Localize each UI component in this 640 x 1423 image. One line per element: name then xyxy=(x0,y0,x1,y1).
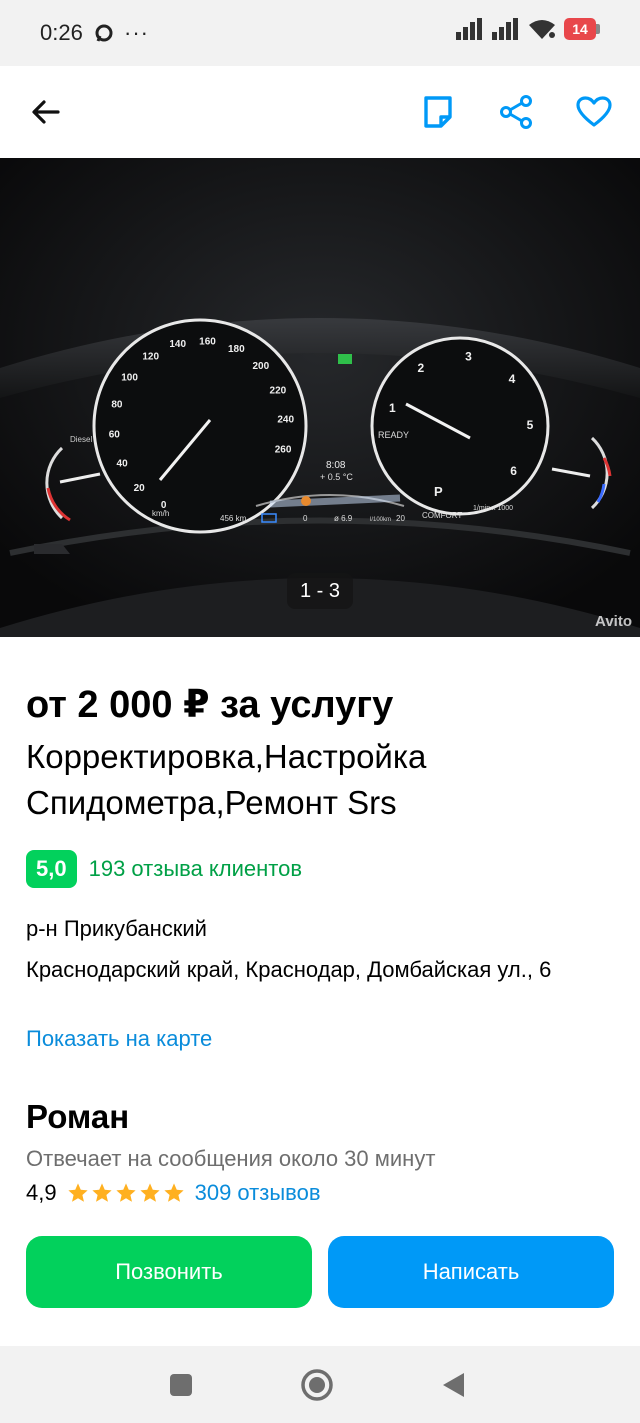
top-app-bar xyxy=(0,66,640,158)
battery-icon: 14 xyxy=(564,18,600,40)
gear-indicator: P xyxy=(434,484,443,499)
drive-mode: COMFORT xyxy=(422,511,462,520)
listing-title: Корректировка,Настройка Спидометра,Ремон… xyxy=(26,738,427,821)
signal-icon-2 xyxy=(492,18,518,40)
status-bar: 0:26 ··· 14 xyxy=(0,0,640,66)
more-notifications-icon: ··· xyxy=(124,20,149,45)
dash-clock: 8:08 xyxy=(326,460,346,471)
rpm-tick-label: 1 xyxy=(389,401,396,415)
arrow-left-icon xyxy=(32,100,60,124)
speed-unit: km/h xyxy=(152,509,169,518)
speed-tick-label: 220 xyxy=(270,386,287,397)
district: р-н Прикубанский xyxy=(26,916,207,941)
back-nav-button[interactable] xyxy=(434,1366,472,1404)
rpm-tick-label: 5 xyxy=(527,418,534,432)
chat-notification-icon xyxy=(95,24,113,42)
speed-tick-label: 40 xyxy=(117,458,129,469)
system-nav-bar xyxy=(0,1346,640,1423)
speed-tick-label: 240 xyxy=(277,415,294,426)
square-icon xyxy=(170,1374,192,1396)
photo-counter: 1 - 3 xyxy=(287,573,353,609)
ready-label: READY xyxy=(378,430,409,440)
status-time: 0:26 xyxy=(40,20,83,45)
dash-temperature: + 0.5 °C xyxy=(320,472,353,482)
heart-icon xyxy=(576,96,612,127)
address: Краснодарский край, Краснодар, Домбайска… xyxy=(26,957,552,982)
side-gauge-label: Diesel xyxy=(70,435,92,444)
seller-reviews-link[interactable]: 309 отзывов xyxy=(195,1180,321,1206)
speed-tick-label: 120 xyxy=(142,352,159,363)
range-readout: 456 km xyxy=(220,514,247,523)
speed-tick-label: 100 xyxy=(121,373,138,384)
rpm-tick-label: 4 xyxy=(509,372,516,386)
recents-button[interactable] xyxy=(162,1366,200,1404)
fuel-unit: l/100km xyxy=(370,517,391,523)
speed-tick-label: 80 xyxy=(111,400,123,411)
photo-gallery[interactable]: Diesel 0 20 40 60 80 100 120 140 160 180 200 220 240… xyxy=(0,158,640,637)
seller-rating-row[interactable]: 4,9 309 отзывов xyxy=(26,1180,321,1206)
signal-icon xyxy=(456,18,482,40)
note-icon xyxy=(424,96,452,128)
listing-photo: Diesel 020406080100120140 160180200220240… xyxy=(0,158,640,637)
star-icon xyxy=(163,1183,184,1202)
favorite-button[interactable] xyxy=(570,88,618,136)
share-icon xyxy=(500,95,532,129)
show-on-map-link[interactable]: Показать на карте xyxy=(26,1026,212,1052)
triangle-back-icon xyxy=(443,1373,464,1397)
client-reviews-link[interactable]: 193 отзыва клиентов xyxy=(89,856,302,882)
home-button[interactable] xyxy=(298,1366,336,1404)
service-price: от 2 000 ₽ за услугу xyxy=(26,684,394,726)
star-icon xyxy=(139,1183,160,1202)
listing-rating-row[interactable]: 5,0 193 отзыва клиентов xyxy=(26,850,302,888)
speed-tick-label: 200 xyxy=(252,361,269,372)
speed-tick-label: 160 xyxy=(199,336,216,347)
call-button[interactable]: Позвонить xyxy=(26,1236,312,1308)
scale-max: 20 xyxy=(396,514,405,523)
seller-name[interactable]: Роман xyxy=(26,1098,129,1136)
rpm-tick-label: 6 xyxy=(510,464,517,478)
rating-badge: 5,0 xyxy=(26,850,77,888)
star-icon xyxy=(91,1183,112,1202)
share-button[interactable] xyxy=(492,88,540,136)
fuel-average: ø 6.9 xyxy=(334,514,353,523)
scale-min: 0 xyxy=(303,514,308,523)
star-icon xyxy=(115,1183,136,1202)
star-rating xyxy=(67,1182,185,1204)
speed-tick-label: 140 xyxy=(169,339,186,350)
seller-rating-value: 4,9 xyxy=(26,1180,57,1205)
back-button[interactable] xyxy=(22,88,70,136)
speedometer: 0 20 40 60 80 100 120 140 160 180 200 220 240 260 km/… xyxy=(92,318,308,534)
speed-tick-label: 180 xyxy=(228,344,245,355)
rpm-unit: 1/min x 1000 xyxy=(473,505,513,512)
rpm-tick-label: 2 xyxy=(418,361,425,375)
rpm-tick-label: 3 xyxy=(465,350,472,364)
seller-response-time: Отвечает на сообщения около 30 минут xyxy=(26,1146,436,1171)
star-icon xyxy=(67,1183,88,1202)
write-message-button[interactable]: Написать xyxy=(328,1236,614,1308)
speed-tick-label: 260 xyxy=(275,444,292,455)
speed-tick-label: 20 xyxy=(134,483,146,494)
avito-watermark: Avito xyxy=(595,613,632,630)
wifi-icon xyxy=(529,20,555,39)
speed-tick-label: 60 xyxy=(109,430,121,441)
note-button[interactable] xyxy=(414,88,462,136)
battery-level: 14 xyxy=(564,18,596,40)
tachometer: 1 2 3 4 5 6 READY 1/min x 1000 xyxy=(370,336,550,516)
circle-icon xyxy=(301,1369,333,1401)
